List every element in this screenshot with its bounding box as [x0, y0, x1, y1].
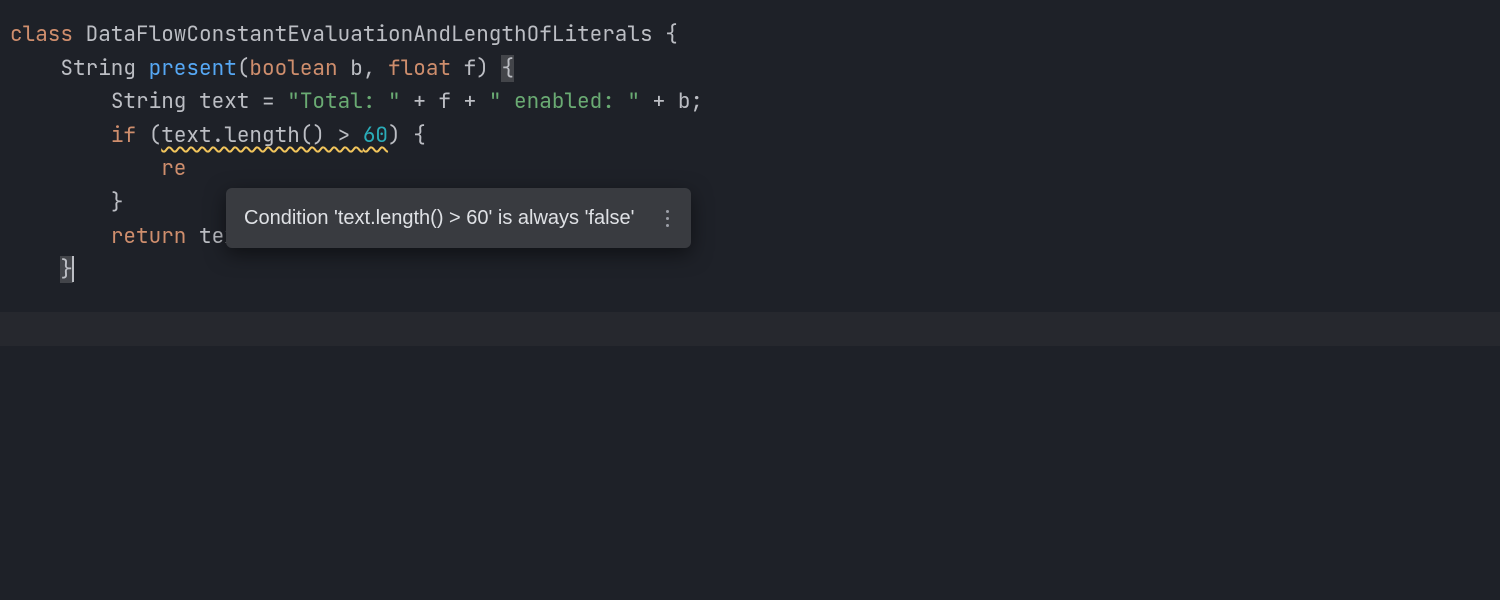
- warning-condition-num: 60: [363, 122, 388, 149]
- pre-cond: (: [136, 122, 161, 149]
- param2-type: float: [388, 55, 451, 82]
- text-caret: [72, 256, 74, 282]
- code-editor[interactable]: class DataFlowConstantEvaluationAndLengt…: [0, 0, 1500, 305]
- var-decl: String text =: [111, 88, 287, 115]
- paren-close: ): [476, 55, 501, 82]
- indent: [10, 88, 111, 115]
- indent: [10, 122, 111, 149]
- brace-close: }: [111, 189, 124, 216]
- tooltip-more-actions-button[interactable]: [662, 206, 673, 231]
- brace-open-match: {: [501, 55, 514, 82]
- keyword-return: return: [111, 223, 187, 250]
- string-literal-1: "Total: ": [287, 88, 400, 115]
- indent: [10, 256, 60, 283]
- string-literal-2: " enabled: ": [489, 88, 640, 115]
- param2-name: f: [451, 55, 476, 82]
- code-line-8[interactable]: }: [10, 253, 1490, 287]
- more-vertical-icon: [666, 217, 669, 220]
- code-line-3[interactable]: String text = "Total: " + f + " enabled:…: [10, 85, 1490, 119]
- indent: [10, 189, 111, 216]
- more-vertical-icon: [666, 224, 669, 227]
- keyword-class: class: [10, 21, 73, 48]
- keyword-if: if: [111, 122, 136, 149]
- code-line-4[interactable]: if (text.length() > 60) {: [10, 119, 1490, 153]
- indent: [10, 155, 161, 182]
- param1-type: boolean: [249, 55, 337, 82]
- method-name: present: [149, 55, 237, 82]
- code-line-1[interactable]: class DataFlowConstantEvaluationAndLengt…: [10, 18, 1490, 52]
- post-cond: ) {: [388, 122, 426, 149]
- partial-return: re: [161, 155, 186, 182]
- indent: [10, 55, 60, 82]
- concat-1: + f +: [401, 88, 489, 115]
- param1-name: b: [338, 55, 363, 82]
- indent: [10, 223, 111, 250]
- inspection-tooltip[interactable]: Condition 'text.length() > 60' is always…: [226, 188, 691, 248]
- concat-2: + b;: [640, 88, 703, 115]
- brace-open: {: [665, 21, 678, 48]
- more-vertical-icon: [666, 210, 669, 213]
- code-line-2[interactable]: String present(boolean b, float f) {: [10, 52, 1490, 86]
- code-line-5[interactable]: re: [10, 152, 1490, 186]
- paren-open: (: [237, 55, 250, 82]
- class-name: DataFlowConstantEvaluationAndLengthOfLit…: [73, 21, 665, 48]
- comma: ,: [363, 55, 388, 82]
- warning-condition-call: text.length() >: [161, 122, 363, 149]
- return-type: String: [60, 55, 148, 82]
- tooltip-message: Condition 'text.length() > 60' is always…: [244, 202, 634, 234]
